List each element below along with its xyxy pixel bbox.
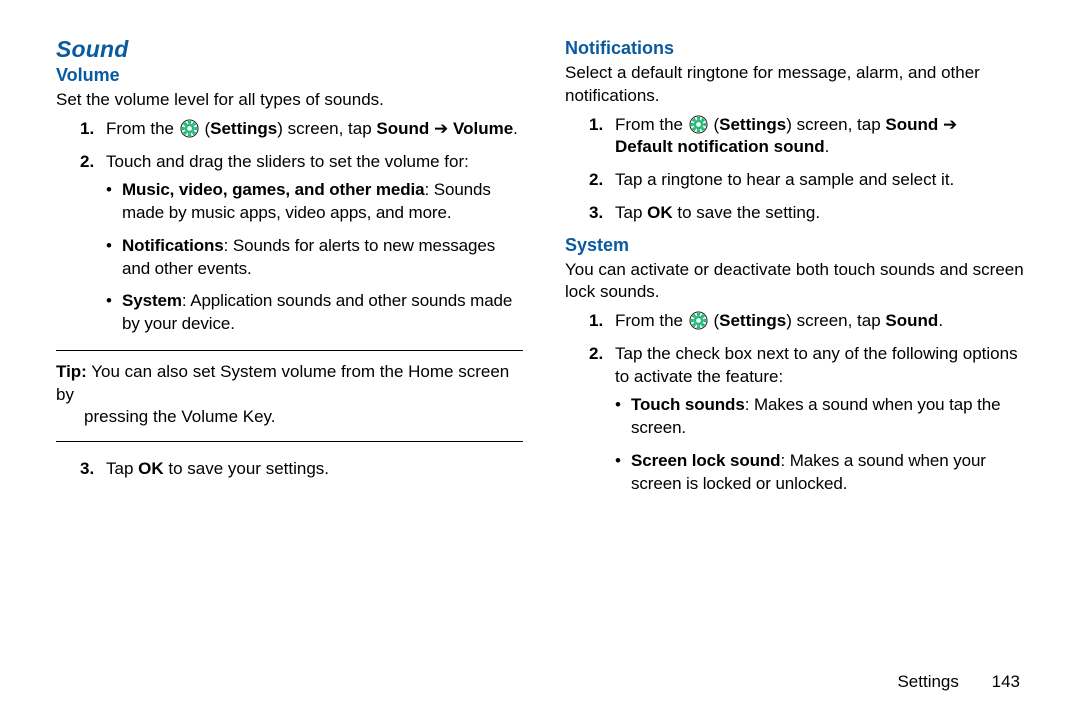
- notifications-step-1: From the (Settings) screen, tap Sound ➔ …: [615, 114, 1032, 160]
- system-step-2: Tap the check box next to any of the fol…: [615, 343, 1032, 496]
- left-column: Sound Volume Set the volume level for al…: [56, 36, 523, 690]
- text: to save your settings.: [164, 459, 329, 478]
- text: ) screen, tap: [786, 115, 885, 134]
- footer-section: Settings: [897, 672, 958, 691]
- volume-intro: Set the volume level for all types of so…: [56, 89, 523, 112]
- list-item: System: Application sounds and other sou…: [106, 290, 523, 336]
- tip-label: Tip:: [56, 362, 87, 381]
- text-bold: Settings: [719, 311, 786, 330]
- footer-page-number: 143: [992, 672, 1020, 691]
- text-bold: System: [122, 291, 182, 310]
- settings-icon: [180, 119, 199, 138]
- volume-bullets: Music, video, games, and other media: So…: [106, 179, 523, 336]
- volume-step-2: Touch and drag the sliders to set the vo…: [106, 151, 523, 336]
- system-bullets: Touch sounds: Makes a sound when you tap…: [615, 394, 1032, 495]
- text: From the: [615, 115, 688, 134]
- list-item: Touch sounds: Makes a sound when you tap…: [615, 394, 1032, 440]
- heading-volume: Volume: [56, 65, 523, 86]
- text: .: [825, 137, 830, 156]
- volume-step-3: Tap OK to save your settings.: [106, 458, 523, 481]
- settings-icon: [689, 115, 708, 134]
- text-bold: Sound: [376, 119, 429, 138]
- text-bold: Settings: [210, 119, 277, 138]
- notifications-step-3: Tap OK to save the setting.: [615, 202, 1032, 225]
- text: ) screen, tap: [786, 311, 885, 330]
- list-item: Notifications: Sounds for alerts to new …: [106, 235, 523, 281]
- page-footer: Settings 143: [897, 672, 1020, 692]
- text: to save the setting.: [673, 203, 820, 222]
- notifications-step-2: Tap a ringtone to hear a sample and sele…: [615, 169, 1032, 192]
- notifications-intro: Select a default ringtone for message, a…: [565, 62, 1032, 108]
- volume-steps-cont: Tap OK to save your settings.: [56, 458, 523, 481]
- tip-text-line2: pressing the Volume Key.: [56, 406, 519, 429]
- text-bold: Screen lock sound: [631, 451, 780, 470]
- list-item: Screen lock sound: Makes a sound when yo…: [615, 450, 1032, 496]
- text: Tap: [615, 203, 647, 222]
- right-column: Notifications Select a default ringtone …: [565, 36, 1032, 690]
- notifications-steps: From the (Settings) screen, tap Sound ➔ …: [565, 114, 1032, 225]
- tip-text: You can also set System volume from the …: [56, 362, 509, 404]
- volume-step-1: From the (Settings) screen, tap Sound ➔ …: [106, 118, 523, 141]
- text: From the: [106, 119, 179, 138]
- text: Tap: [106, 459, 138, 478]
- text-bold: Sound: [885, 115, 938, 134]
- manual-page: Sound Volume Set the volume level for al…: [0, 0, 1080, 720]
- system-intro: You can activate or deactivate both touc…: [565, 259, 1032, 305]
- text-bold: Music, video, games, and other media: [122, 180, 424, 199]
- text: .: [513, 119, 518, 138]
- text: .: [938, 311, 943, 330]
- arrow: ➔: [938, 115, 957, 134]
- text-bold: Volume: [453, 119, 513, 138]
- text: Tap the check box next to any of the fol…: [615, 344, 1018, 386]
- arrow: ➔: [429, 119, 453, 138]
- text-bold: Touch sounds: [631, 395, 745, 414]
- tip-box: Tip: You can also set System volume from…: [56, 350, 523, 442]
- text-bold: Default notification sound: [615, 137, 825, 156]
- text-bold: OK: [647, 203, 673, 222]
- text-bold: Notifications: [122, 236, 224, 255]
- text: Tap a ringtone to hear a sample and sele…: [615, 170, 954, 189]
- volume-steps: From the (Settings) screen, tap Sound ➔ …: [56, 118, 523, 336]
- list-item: Music, video, games, and other media: So…: [106, 179, 523, 225]
- text-bold: Settings: [719, 115, 786, 134]
- system-steps: From the (Settings) screen, tap Sound. T…: [565, 310, 1032, 495]
- text-bold: OK: [138, 459, 164, 478]
- system-step-1: From the (Settings) screen, tap Sound.: [615, 310, 1032, 333]
- heading-system: System: [565, 235, 1032, 256]
- heading-sound: Sound: [56, 36, 523, 63]
- text: From the: [615, 311, 688, 330]
- settings-icon: [689, 311, 708, 330]
- text: ) screen, tap: [277, 119, 376, 138]
- text-bold: Sound: [885, 311, 938, 330]
- heading-notifications: Notifications: [565, 38, 1032, 59]
- text: Touch and drag the sliders to set the vo…: [106, 152, 469, 171]
